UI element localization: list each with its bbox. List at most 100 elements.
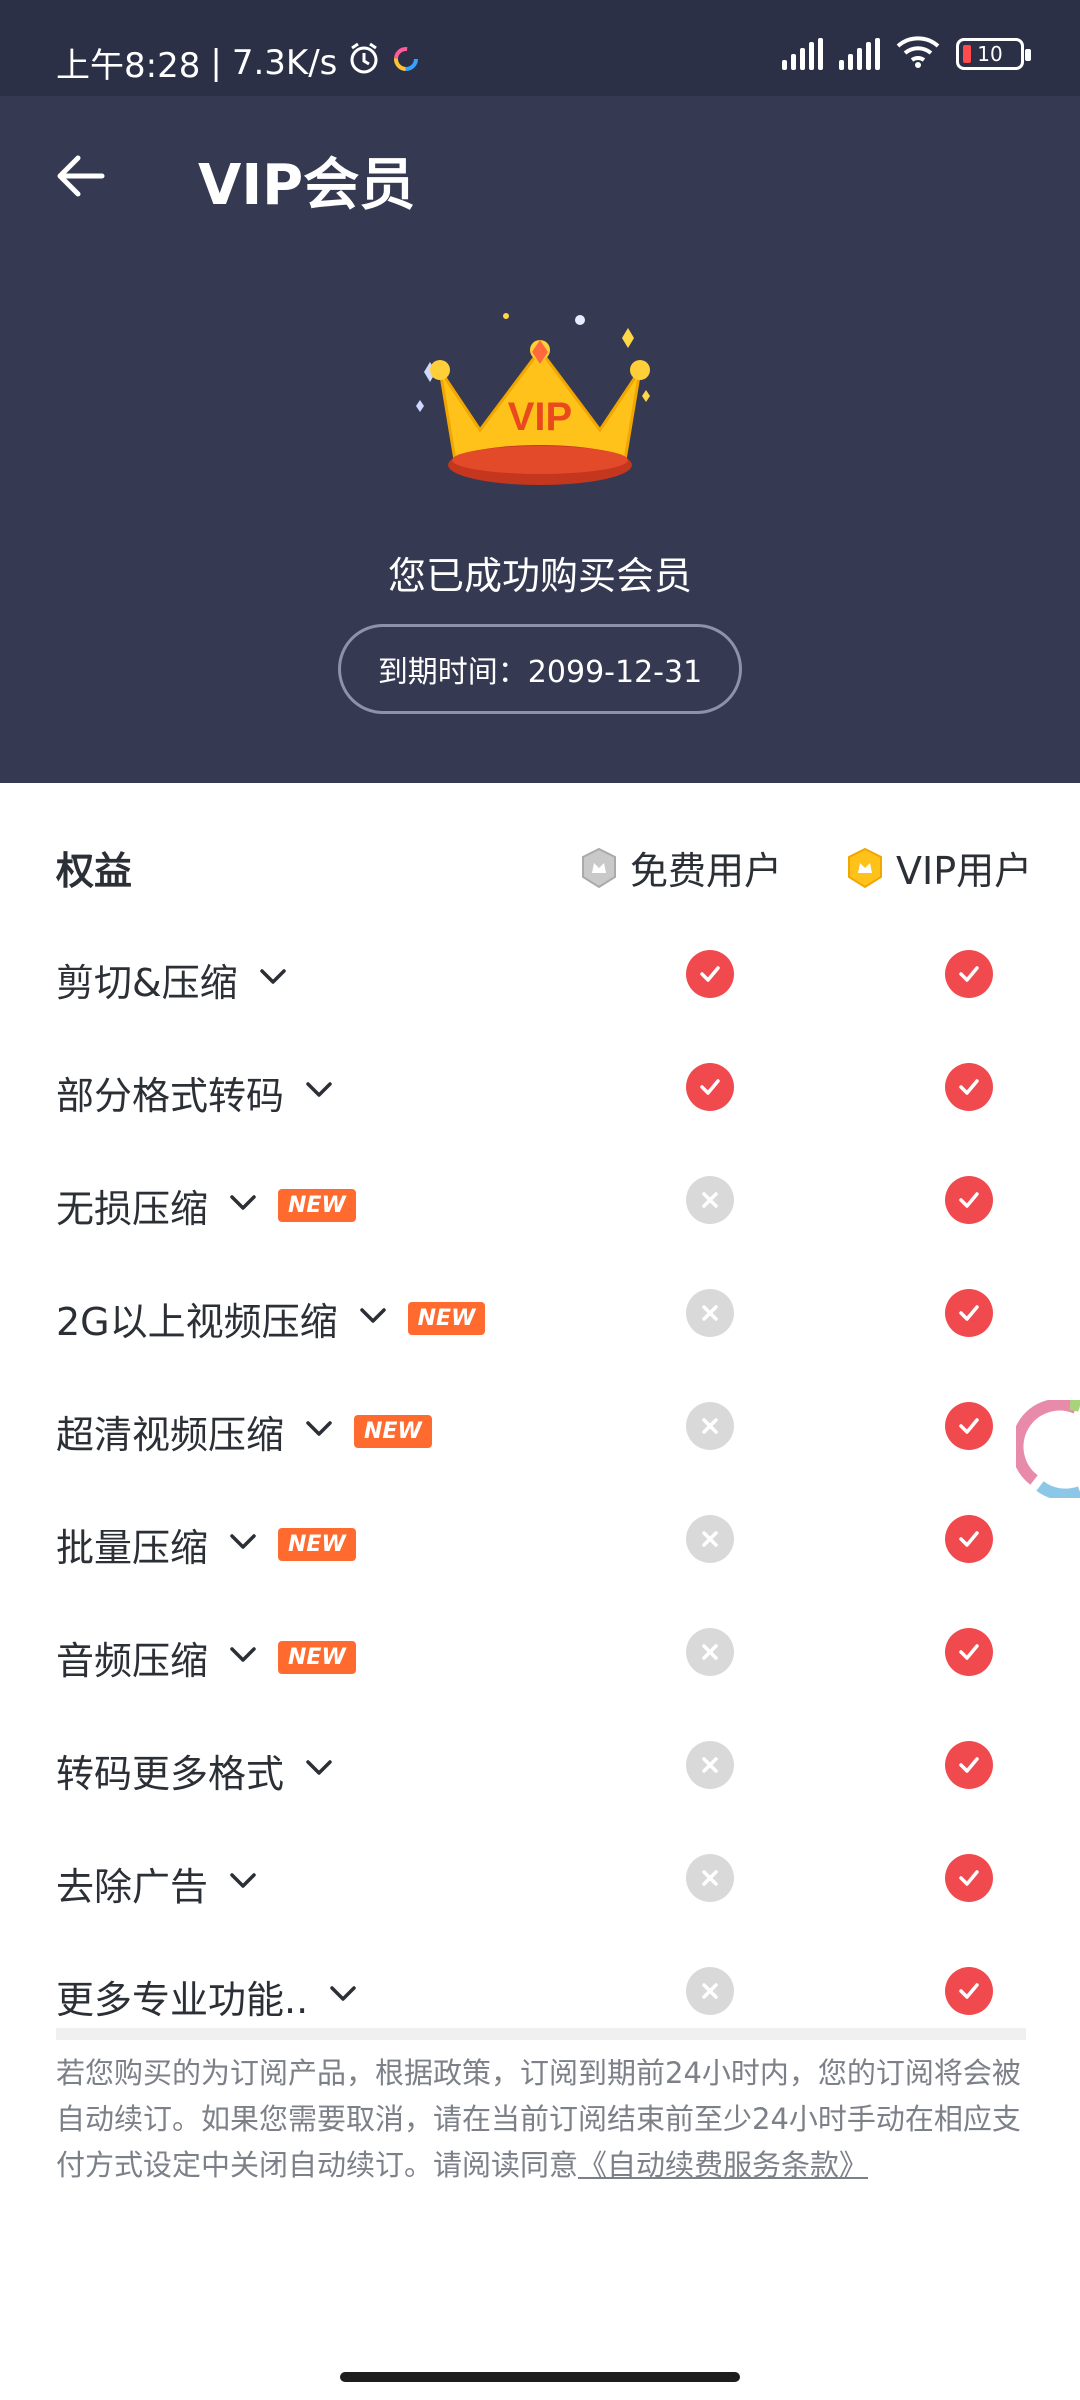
chevron-down-icon[interactable] bbox=[302, 1749, 336, 1793]
benefit-row[interactable]: 部分格式转码 bbox=[0, 1053, 1080, 1133]
auto-renew-terms-link[interactable]: 《自动续费服务条款》 bbox=[578, 2148, 868, 2182]
vip-check-icon bbox=[945, 1741, 993, 1789]
vip-crown-icon: VIP bbox=[410, 300, 670, 500]
chevron-down-icon[interactable] bbox=[226, 1184, 260, 1228]
battery-level: 10 bbox=[977, 42, 1003, 66]
vip-check-icon bbox=[945, 1063, 993, 1111]
vip-check-icon bbox=[945, 1967, 993, 2015]
divider bbox=[56, 2028, 1026, 2040]
benefit-row[interactable]: 批量压缩 NEW bbox=[0, 1505, 1080, 1585]
status-right: 10 bbox=[782, 36, 1031, 72]
free-cross-icon bbox=[686, 1176, 734, 1224]
free-cross-icon bbox=[686, 1741, 734, 1789]
free-badge-icon bbox=[582, 847, 616, 888]
benefit-label: 批量压缩 bbox=[56, 1526, 209, 1570]
top-bar: VIP会员 bbox=[0, 96, 1080, 256]
page-title: VIP会员 bbox=[198, 153, 416, 218]
benefit-row[interactable]: 去除广告 bbox=[0, 1844, 1080, 1924]
benefit-row[interactable]: 超清视频压缩 NEW bbox=[0, 1392, 1080, 1472]
free-cross-icon bbox=[686, 1854, 734, 1902]
battery-icon: 10 bbox=[956, 38, 1031, 70]
vip-check-icon bbox=[945, 1628, 993, 1676]
battery-low-fill bbox=[963, 45, 971, 63]
chevron-down-icon[interactable] bbox=[256, 958, 290, 1002]
benefits-table-header: 权益 免费用户 VIP用户 bbox=[0, 840, 1080, 900]
status-left: 上午8:28 | 7.3K/s bbox=[56, 38, 421, 87]
benefit-label: 超清视频压缩 bbox=[56, 1413, 285, 1457]
status-separator: | bbox=[210, 42, 222, 83]
expiry-badge: 到期时间：2099-12-31 bbox=[338, 624, 742, 714]
new-badge: NEW bbox=[354, 1415, 432, 1448]
status-time: 上午8:28 bbox=[56, 46, 201, 86]
benefit-label-group[interactable]: 去除广告 bbox=[56, 1856, 260, 1911]
free-check-icon bbox=[686, 1063, 734, 1111]
benefit-label: 音频压缩 bbox=[56, 1639, 209, 1683]
chevron-down-icon[interactable] bbox=[326, 1975, 360, 2019]
benefit-label-group[interactable]: 转码更多格式 bbox=[56, 1743, 336, 1798]
column-free-user: 免费用户 bbox=[580, 840, 782, 895]
vip-check-icon bbox=[945, 1854, 993, 1902]
benefit-label-group[interactable]: 音频压缩 NEW bbox=[56, 1630, 356, 1685]
home-indicator[interactable] bbox=[340, 2372, 740, 2382]
cellular-signal-2-icon bbox=[839, 38, 880, 70]
benefit-label: 去除广告 bbox=[56, 1865, 209, 1909]
column-vip-label: VIP用户 bbox=[896, 849, 1033, 893]
benefit-label-group[interactable]: 无损压缩 NEW bbox=[56, 1178, 356, 1233]
benefit-row[interactable]: 音频压缩 NEW bbox=[0, 1618, 1080, 1698]
new-badge: NEW bbox=[407, 1302, 486, 1335]
network-speed: 7.3K/s bbox=[231, 42, 338, 83]
floating-loading-widget[interactable] bbox=[1011, 1398, 1080, 1501]
cellular-signal-icon bbox=[782, 38, 823, 70]
benefit-label-group[interactable]: 部分格式转码 bbox=[56, 1065, 336, 1120]
crown-vip-text: VIP bbox=[508, 395, 572, 439]
subscription-notice: 若您购买的为订阅产品，根据政策，订阅到期前24小时内，您的订阅将会被自动续订。如… bbox=[56, 2050, 1026, 2188]
benefit-label-group[interactable]: 2G以上视频压缩 NEW bbox=[56, 1291, 486, 1346]
new-badge: NEW bbox=[278, 1641, 356, 1674]
new-badge: NEW bbox=[278, 1189, 356, 1222]
chevron-down-icon[interactable] bbox=[226, 1636, 260, 1680]
chevron-down-icon[interactable] bbox=[356, 1297, 390, 1341]
new-badge: NEW bbox=[278, 1528, 356, 1561]
free-cross-icon bbox=[686, 1289, 734, 1337]
benefit-label: 2G以上视频压缩 bbox=[56, 1300, 338, 1344]
notice-text: 若您购买的为订阅产品，根据政策，订阅到期前24小时内，您的订阅将会被自动续订。如… bbox=[56, 2056, 1021, 2182]
chevron-down-icon[interactable] bbox=[302, 1071, 336, 1115]
benefit-label-group[interactable]: 剪切&压缩 bbox=[56, 952, 290, 1007]
chevron-down-icon[interactable] bbox=[226, 1523, 260, 1567]
vip-check-icon bbox=[945, 950, 993, 998]
benefit-row[interactable]: 转码更多格式 bbox=[0, 1731, 1080, 1811]
free-check-icon bbox=[686, 950, 734, 998]
vip-check-icon bbox=[945, 1289, 993, 1337]
benefit-label: 剪切&压缩 bbox=[56, 961, 238, 1005]
column-rights: 权益 bbox=[56, 849, 133, 893]
benefit-row[interactable]: 剪切&压缩 bbox=[0, 940, 1080, 1020]
vip-check-icon bbox=[945, 1402, 993, 1450]
vip-check-icon bbox=[945, 1515, 993, 1563]
benefit-label: 无损压缩 bbox=[56, 1187, 209, 1231]
benefit-label: 部分格式转码 bbox=[56, 1074, 285, 1118]
alarm-icon bbox=[347, 41, 381, 84]
free-cross-icon bbox=[686, 1628, 734, 1676]
free-cross-icon bbox=[686, 1402, 734, 1450]
back-arrow-icon[interactable] bbox=[52, 148, 108, 204]
column-free-label: 免费用户 bbox=[630, 849, 783, 893]
benefit-row[interactable]: 2G以上视频压缩 NEW bbox=[0, 1279, 1080, 1359]
chevron-down-icon[interactable] bbox=[226, 1862, 260, 1906]
wifi-icon bbox=[896, 36, 940, 72]
status-bar: 上午8:28 | 7.3K/s 10 bbox=[0, 0, 1080, 96]
benefit-row[interactable]: 更多专业功能.. bbox=[0, 1957, 1080, 2037]
app-circle-icon bbox=[391, 43, 421, 83]
benefit-label-group[interactable]: 超清视频压缩 NEW bbox=[56, 1404, 432, 1459]
vip-check-icon bbox=[945, 1176, 993, 1224]
free-cross-icon bbox=[686, 1967, 734, 2015]
vip-badge-icon bbox=[848, 847, 882, 888]
benefit-label-group[interactable]: 批量压缩 NEW bbox=[56, 1517, 356, 1572]
purchase-status-text: 您已成功购买会员 bbox=[387, 554, 692, 598]
benefit-label: 转码更多格式 bbox=[56, 1752, 285, 1796]
column-vip-user: VIP用户 bbox=[846, 840, 1032, 895]
benefit-label: 更多专业功能.. bbox=[56, 1978, 309, 2022]
free-cross-icon bbox=[686, 1515, 734, 1563]
chevron-down-icon[interactable] bbox=[302, 1410, 336, 1454]
benefit-row[interactable]: 无损压缩 NEW bbox=[0, 1166, 1080, 1246]
benefit-label-group[interactable]: 更多专业功能.. bbox=[56, 1969, 360, 2024]
